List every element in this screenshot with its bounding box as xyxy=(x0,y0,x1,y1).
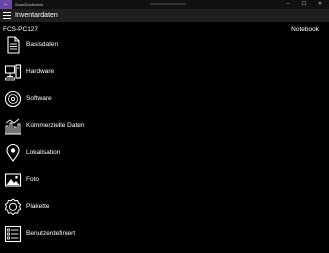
device-header: FCS-PC127 Notebook xyxy=(3,26,323,36)
minimize-button[interactable]: – xyxy=(283,0,293,9)
window-title: Scan2InvAdmin xyxy=(15,2,44,7)
menu-item-label: Basisdaten xyxy=(26,41,59,48)
menu-item-hardware[interactable]: Hardware xyxy=(4,63,304,85)
location-pin-icon xyxy=(6,144,20,162)
app-bar: Inventardaten xyxy=(0,9,329,22)
commercial-chart-icon xyxy=(5,118,21,135)
menu-item-lokalisation[interactable]: Lokalisation xyxy=(4,144,304,166)
menu-item-label: Benutzerdefiniert xyxy=(26,230,76,237)
custom-list-icon xyxy=(4,225,22,243)
menu-item-plakette[interactable]: Plakette xyxy=(4,198,304,220)
maximize-button[interactable]: ☐ xyxy=(299,0,309,9)
device-type: Notebook xyxy=(291,26,319,33)
menu-item-label: Foto xyxy=(26,176,40,183)
menu-item-label: Hardware xyxy=(26,68,55,75)
menu-item-kommerzielle-daten[interactable]: Kommerzielle Daten xyxy=(4,117,304,139)
photo-icon xyxy=(4,173,22,187)
close-button[interactable]: ✕ xyxy=(315,0,325,9)
drag-region[interactable] xyxy=(150,3,186,5)
menu-item-foto[interactable]: Foto xyxy=(4,171,304,193)
menu-item-software[interactable]: Software xyxy=(4,90,304,112)
menu-item-basisdaten[interactable]: Basisdaten xyxy=(4,36,304,58)
document-icon xyxy=(7,36,20,54)
back-button[interactable]: ← xyxy=(0,0,12,9)
badge-icon xyxy=(4,198,22,216)
disc-icon xyxy=(4,90,22,108)
hamburger-menu-icon[interactable] xyxy=(3,12,11,19)
menu-item-label: Lokalisation xyxy=(26,149,61,156)
device-name: FCS-PC127 xyxy=(3,26,39,33)
menu-item-benutzerdefiniert[interactable]: Benutzerdefiniert xyxy=(4,225,304,247)
window-titlebar: ← Scan2InvAdmin – ☐ ✕ xyxy=(0,0,329,9)
menu-item-label: Kommerzielle Daten xyxy=(26,122,85,129)
page-title: Inventardaten xyxy=(15,12,58,19)
menu-item-label: Software xyxy=(26,95,52,102)
menu-item-label: Plakette xyxy=(26,203,50,210)
computer-icon xyxy=(4,64,22,81)
